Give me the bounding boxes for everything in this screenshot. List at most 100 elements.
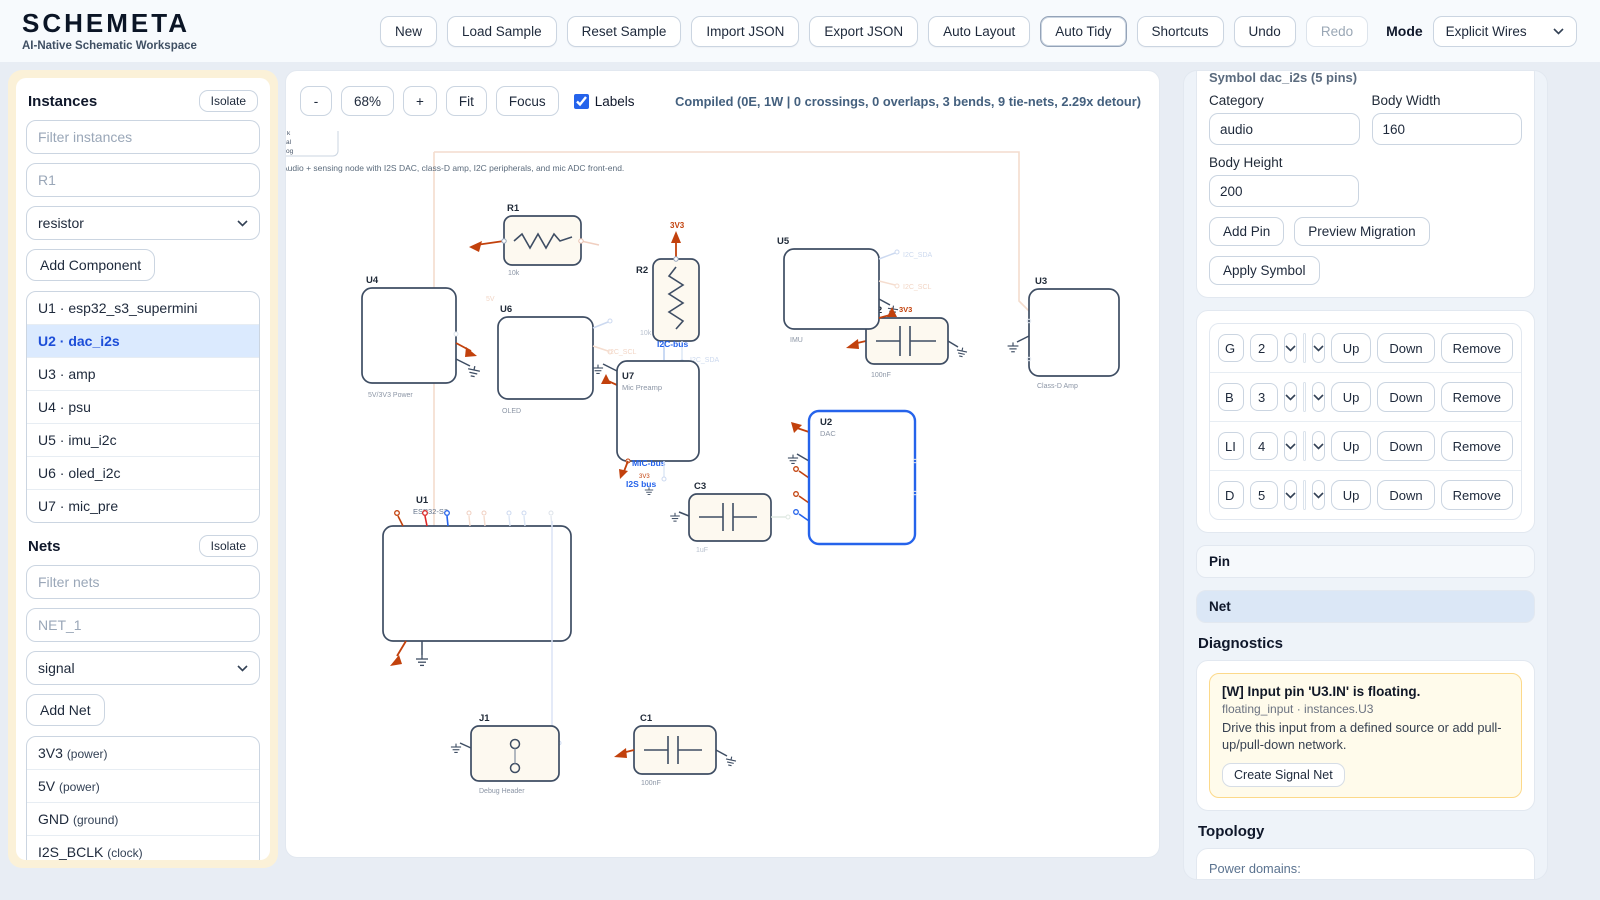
- net-name-input[interactable]: [26, 608, 260, 642]
- pin-side-select[interactable]: [1284, 382, 1297, 412]
- filter-nets-input[interactable]: [26, 565, 260, 599]
- svg-text:U2: U2: [820, 417, 832, 428]
- filter-instances-input[interactable]: [26, 120, 260, 154]
- pin-down-button[interactable]: Down: [1377, 382, 1434, 412]
- svg-text:5V: 5V: [486, 296, 495, 303]
- pin-side-select[interactable]: [1284, 480, 1297, 510]
- pin-section-header[interactable]: Pin: [1196, 545, 1535, 578]
- add-pin-button[interactable]: Add Pin: [1209, 217, 1284, 246]
- pin-down-button[interactable]: Down: [1377, 431, 1434, 461]
- category-input[interactable]: [1209, 113, 1360, 145]
- pin-remove-button[interactable]: Remove: [1441, 431, 1513, 461]
- net-section-header[interactable]: Net: [1196, 590, 1535, 623]
- pin-offset-input[interactable]: [1303, 480, 1306, 510]
- instance-item-u4[interactable]: U4 · psu: [27, 391, 259, 424]
- auto-tidy-button[interactable]: Auto Tidy: [1040, 16, 1126, 47]
- apply-symbol-button[interactable]: Apply Symbol: [1209, 256, 1320, 285]
- pin-side-select[interactable]: [1284, 333, 1297, 363]
- nets-list: 3V3 (power) 5V (power) GND (ground) I2S_…: [26, 736, 260, 860]
- pin-kind-select[interactable]: [1312, 431, 1325, 461]
- pin-number-input[interactable]: [1250, 432, 1278, 460]
- net-arrow-icon: [846, 339, 859, 349]
- net-item-gnd[interactable]: GND (ground): [27, 803, 259, 836]
- pin-remove-button[interactable]: Remove: [1441, 480, 1513, 510]
- svg-text:Mic Preamp: Mic Preamp: [622, 383, 662, 392]
- chevron-down-icon: [1313, 443, 1324, 450]
- pin-offset-input[interactable]: [1303, 431, 1306, 461]
- import-json-button[interactable]: Import JSON: [691, 16, 799, 47]
- shortcuts-button[interactable]: Shortcuts: [1137, 16, 1224, 47]
- svg-text:U6: U6: [500, 304, 512, 315]
- net-item-3v3[interactable]: 3V3 (power): [27, 737, 259, 770]
- instance-item-u1[interactable]: U1 · esp32_s3_supermini: [27, 292, 259, 325]
- warning-title: [W] Input pin 'U3.IN' is floating.: [1222, 684, 1509, 699]
- pin-name-input[interactable]: [1218, 432, 1244, 460]
- instance-name-input[interactable]: [26, 163, 260, 197]
- zoom-in-button[interactable]: +: [403, 86, 437, 116]
- pin-kind-select[interactable]: [1312, 480, 1325, 510]
- schematic-canvas[interactable]: k al og Audio + sensing node with I2S DA…: [286, 131, 1160, 858]
- reset-sample-button[interactable]: Reset Sample: [567, 16, 682, 47]
- fit-button[interactable]: Fit: [446, 86, 487, 116]
- pin-up-button[interactable]: Up: [1331, 431, 1372, 461]
- pin-number-input[interactable]: [1250, 481, 1278, 509]
- net-arrow-icon: [390, 655, 402, 666]
- pin-up-button[interactable]: Up: [1331, 333, 1372, 363]
- focus-button[interactable]: Focus: [496, 86, 559, 116]
- undo-button[interactable]: Undo: [1234, 16, 1296, 47]
- add-net-button[interactable]: Add Net: [26, 694, 105, 726]
- preview-migration-button[interactable]: Preview Migration: [1294, 217, 1429, 246]
- mode-select-value: Explicit Wires: [1446, 24, 1527, 39]
- pin-offset-input[interactable]: [1303, 333, 1306, 363]
- pin-name-input[interactable]: [1218, 383, 1244, 411]
- u3-body[interactable]: [1029, 289, 1119, 376]
- nets-title: Nets: [28, 538, 61, 555]
- zoom-level-button[interactable]: 68%: [341, 86, 394, 116]
- u6-body[interactable]: [498, 317, 593, 399]
- pin-side-select[interactable]: [1284, 431, 1297, 461]
- net-type-select[interactable]: signal: [26, 651, 260, 685]
- pin-number-input[interactable]: [1250, 334, 1278, 362]
- pin-down-button[interactable]: Down: [1377, 333, 1434, 363]
- body-height-input[interactable]: [1209, 175, 1359, 207]
- instance-item-u3[interactable]: U3 · amp: [27, 358, 259, 391]
- instances-isolate-button[interactable]: Isolate: [199, 90, 258, 112]
- export-json-button[interactable]: Export JSON: [809, 16, 918, 47]
- pin-name-input[interactable]: [1218, 481, 1244, 509]
- instance-item-u5[interactable]: U5 · imu_i2c: [27, 424, 259, 457]
- auto-layout-button[interactable]: Auto Layout: [928, 16, 1030, 47]
- pin-offset-input[interactable]: [1303, 382, 1306, 412]
- pin-name-input[interactable]: [1218, 334, 1244, 362]
- pin-remove-button[interactable]: Remove: [1441, 333, 1513, 363]
- u5-body[interactable]: [784, 249, 879, 329]
- pin-remove-button[interactable]: Remove: [1441, 382, 1513, 412]
- mode-select[interactable]: Explicit Wires: [1433, 16, 1577, 47]
- load-sample-button[interactable]: Load Sample: [447, 16, 557, 47]
- instance-item-u2[interactable]: U2 · dac_i2s: [27, 325, 259, 358]
- power-arrow-icon: [601, 374, 611, 384]
- u1-body[interactable]: [383, 526, 571, 641]
- net-arrow-icon: [619, 469, 628, 479]
- warning-meta: floating_input · instances.U3: [1222, 702, 1509, 716]
- body-width-input[interactable]: [1372, 113, 1523, 145]
- instance-item-u6[interactable]: U6 · oled_i2c: [27, 457, 259, 490]
- pin-up-button[interactable]: Up: [1331, 382, 1372, 412]
- labels-checkbox[interactable]: [574, 94, 589, 109]
- add-component-button[interactable]: Add Component: [26, 249, 155, 281]
- create-signal-net-button[interactable]: Create Signal Net: [1222, 763, 1345, 787]
- instance-item-u7[interactable]: U7 · mic_pre: [27, 490, 259, 522]
- pin-kind-select[interactable]: [1312, 382, 1325, 412]
- u4-body[interactable]: [362, 288, 456, 383]
- nets-isolate-button[interactable]: Isolate: [199, 535, 258, 557]
- left-sidebar: Instances Isolate resistor Add Component…: [8, 70, 278, 868]
- pin-number-input[interactable]: [1250, 383, 1278, 411]
- pin-kind-select[interactable]: [1312, 333, 1325, 363]
- net-item-i2s-bclk[interactable]: I2S_BCLK (clock): [27, 836, 259, 860]
- component-type-select[interactable]: resistor: [26, 206, 260, 240]
- pin-down-button[interactable]: Down: [1377, 480, 1434, 510]
- chevron-down-icon: [1285, 345, 1296, 352]
- pin-up-button[interactable]: Up: [1331, 480, 1372, 510]
- net-item-5v[interactable]: 5V (power): [27, 770, 259, 803]
- zoom-out-button[interactable]: -: [300, 86, 332, 116]
- new-button[interactable]: New: [380, 16, 437, 47]
